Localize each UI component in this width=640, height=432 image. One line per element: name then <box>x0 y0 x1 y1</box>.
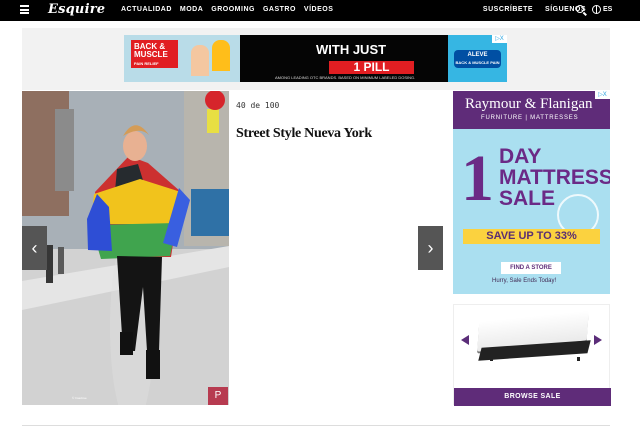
street-style-image <box>22 91 229 405</box>
section-navigation: ACTUALIDAD MODA GROOMING GASTRO VÍDEOS <box>121 6 333 13</box>
savings-banner: SAVE UP TO 33% <box>463 229 600 244</box>
previous-photo-button[interactable]: ‹ <box>22 226 47 270</box>
browse-sale-button[interactable]: BROWSE SALE <box>454 388 611 406</box>
advertiser-brand: Raymour & Flanigan <box>465 96 593 112</box>
find-store-button[interactable]: FIND A STORE <box>501 262 561 274</box>
esquire-logo[interactable]: Esquire <box>48 2 105 17</box>
nav-actualidad[interactable]: ACTUALIDAD <box>121 6 172 13</box>
aleve-advertisement[interactable]: BACK & MUSCLE PAIN RELIEF WITH JUST 1 PI… <box>124 35 507 82</box>
pinterest-icon: P <box>214 390 222 401</box>
nav-videos[interactable]: VÍDEOS <box>304 6 333 13</box>
search-icon[interactable] <box>576 5 584 13</box>
nav-moda[interactable]: MODA <box>180 6 203 13</box>
header-actions: SUSCRÍBETE SÍGUENOS <box>483 6 586 13</box>
pinterest-share-button[interactable]: P <box>208 387 228 405</box>
sale-deadline: Hurry, Sale Ends Today! <box>492 278 557 284</box>
ad-person-image <box>191 45 209 76</box>
right-ad-choices-icon[interactable]: ▷X <box>595 91 610 99</box>
street-style-gallery: ‹ › <box>22 91 444 405</box>
sale-headline: DAY MATTRESS SALE <box>499 145 610 210</box>
ad-pill-label: 1 PILL <box>329 61 414 74</box>
photo-counter: 40 de 100 <box>236 101 280 110</box>
bed-advertisement[interactable]: BROWSE SALE <box>453 304 611 406</box>
aleve-brand: ALEVE BACK & MUSCLE PAIN <box>454 50 501 68</box>
street-style-photo <box>22 91 229 405</box>
ad-fine-print: AMONG LEADING OTC BRANDS. BASED ON MINIM… <box>275 75 416 80</box>
previous-arrow-icon[interactable] <box>461 335 469 345</box>
ad-headline: WITH JUST <box>316 42 387 57</box>
next-photo-button[interactable]: › <box>418 226 443 270</box>
bed-legs <box>490 357 580 361</box>
language-selector[interactable]: ES <box>592 5 612 14</box>
ad-image-panel: BACK & MUSCLE PAIN RELIEF <box>124 35 240 82</box>
language-label: ES <box>603 6 613 13</box>
advertiser-header: Raymour & Flanigan FURNITURE | MATTRESSE… <box>453 91 610 129</box>
nav-gastro[interactable]: GASTRO <box>263 6 296 13</box>
sale-number: 1 <box>461 142 494 215</box>
next-arrow-icon[interactable] <box>594 335 602 345</box>
nav-grooming[interactable]: GROOMING <box>211 6 255 13</box>
raymour-advertisement[interactable]: Raymour & Flanigan FURNITURE | MATTRESSE… <box>453 91 610 294</box>
ad-choices-icon[interactable]: ▷X <box>492 35 507 43</box>
advertiser-subbrand: FURNITURE | MATTRESSES <box>481 115 579 121</box>
subscribe-link[interactable]: SUSCRÍBETE <box>483 6 533 13</box>
photo-credit: © Imaxtree <box>72 396 87 400</box>
gallery-title: Street Style Nueva York <box>236 126 372 141</box>
page-divider <box>22 425 610 426</box>
ad-person-image <box>212 40 230 71</box>
back-muscle-label: BACK & MUSCLE PAIN RELIEF <box>131 40 178 68</box>
globe-icon <box>592 5 601 14</box>
menu-icon[interactable] <box>20 5 29 14</box>
top-navigation-bar: Esquire ACTUALIDAD MODA GROOMING GASTRO … <box>0 0 640 21</box>
